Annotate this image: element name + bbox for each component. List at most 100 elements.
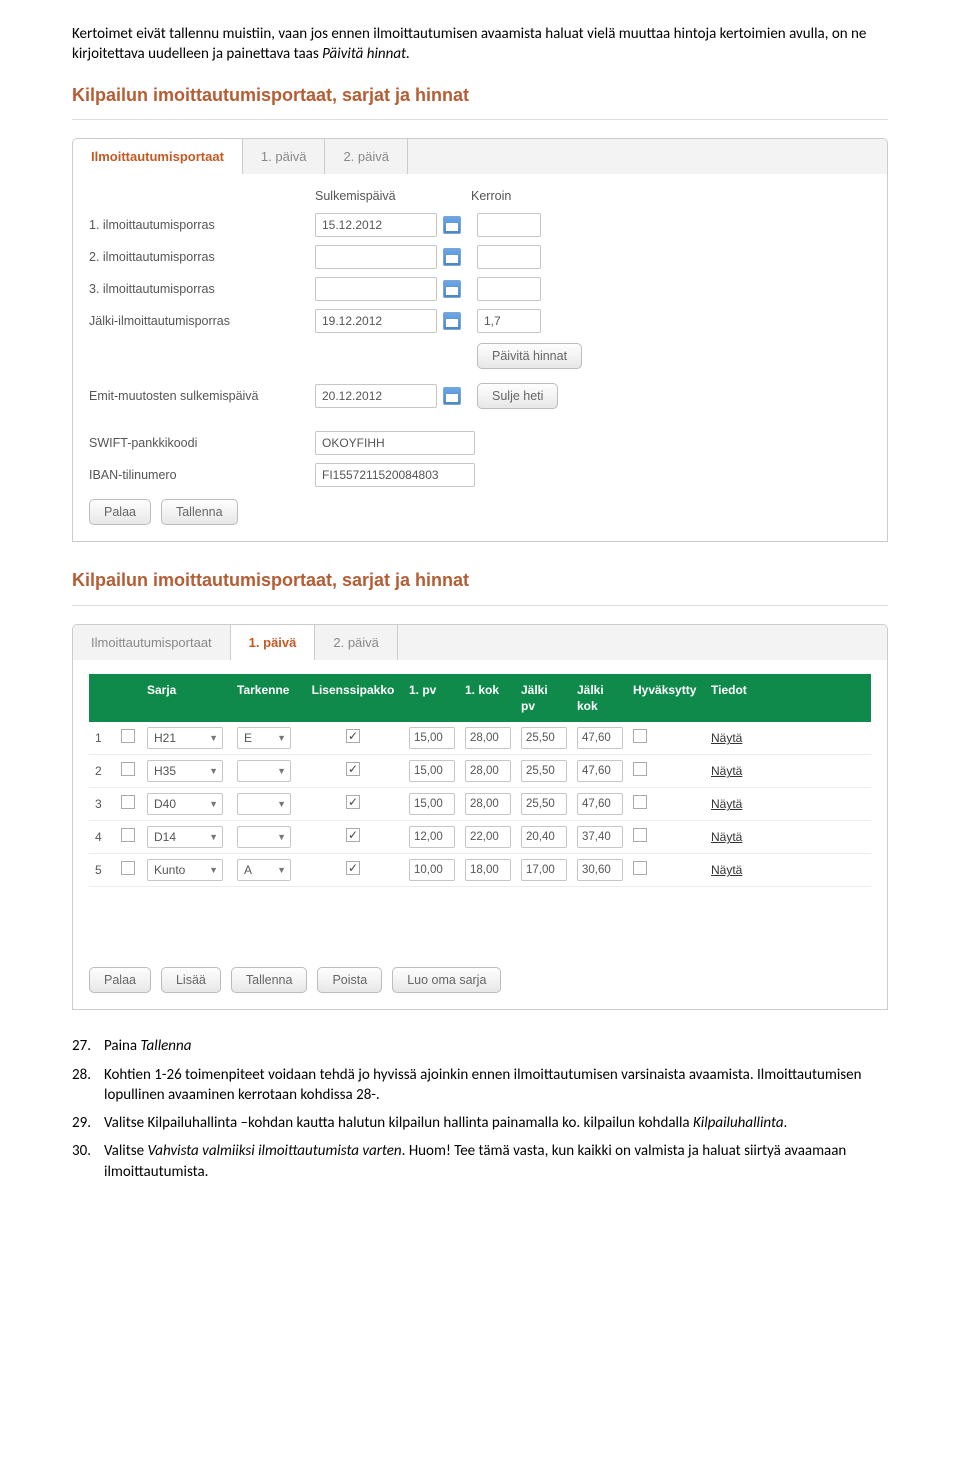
iban-input[interactable]: FI1557211520084803 bbox=[315, 463, 475, 487]
pv1-input[interactable]: 15,00 bbox=[409, 793, 455, 815]
tab-spacer bbox=[408, 139, 887, 175]
sarja-select[interactable]: D40▼ bbox=[147, 793, 223, 815]
jkok-input[interactable]: 47,60 bbox=[577, 793, 623, 815]
kok1-input[interactable]: 28,00 bbox=[465, 760, 511, 782]
row-select-checkbox[interactable] bbox=[121, 828, 135, 842]
tarkenne-select[interactable]: A▼ bbox=[237, 859, 291, 881]
tarkenne-select[interactable]: ▼ bbox=[237, 826, 291, 848]
kok1-input[interactable]: 28,00 bbox=[465, 727, 511, 749]
tab-paiva-2[interactable]: 2. päivä bbox=[325, 139, 408, 175]
calendar-icon[interactable] bbox=[443, 312, 461, 330]
step-28: 28. Kohtien 1-26 toimenpiteet voidaan te… bbox=[72, 1065, 888, 1106]
row-select-checkbox[interactable] bbox=[121, 762, 135, 776]
step-number: 28. bbox=[72, 1065, 104, 1106]
jpv-input[interactable]: 25,50 bbox=[521, 727, 567, 749]
back-button-2[interactable]: Palaa bbox=[89, 967, 151, 993]
pv1-input[interactable]: 15,00 bbox=[409, 727, 455, 749]
porras-1-date[interactable]: 15.12.2012 bbox=[315, 213, 437, 237]
tarkenne-select[interactable]: E▼ bbox=[237, 727, 291, 749]
tab-spacer bbox=[398, 625, 887, 661]
jkok-input[interactable]: 30,60 bbox=[577, 859, 623, 881]
swift-row: SWIFT-pankkikoodi OKOYFIHH bbox=[89, 431, 871, 455]
th-1pv: 1. pv bbox=[403, 674, 459, 722]
delete-button[interactable]: Poista bbox=[317, 967, 382, 993]
porras-3-label: 3. ilmoittautumisporras bbox=[89, 281, 315, 298]
nayta-link[interactable]: Näytä bbox=[711, 764, 742, 778]
add-button[interactable]: Lisää bbox=[161, 967, 221, 993]
tarkenne-select[interactable]: ▼ bbox=[237, 793, 291, 815]
kok1-input[interactable]: 28,00 bbox=[465, 793, 511, 815]
step-number: 29. bbox=[72, 1113, 104, 1133]
tab-paiva-2-b[interactable]: 2. päivä bbox=[315, 625, 398, 661]
nayta-link[interactable]: Näytä bbox=[711, 797, 742, 811]
porras-2-date[interactable] bbox=[315, 245, 437, 269]
step-27-text: Paina bbox=[104, 1037, 141, 1055]
update-prices-button[interactable]: Päivitä hinnat bbox=[477, 343, 582, 369]
back-button[interactable]: Palaa bbox=[89, 499, 151, 525]
porras-4-kerroin[interactable]: 1,7 bbox=[477, 309, 541, 333]
th-jkok: Jälki kok bbox=[571, 674, 627, 722]
nayta-link[interactable]: Näytä bbox=[711, 830, 742, 844]
jkok-input[interactable]: 47,60 bbox=[577, 760, 623, 782]
calendar-icon[interactable] bbox=[443, 280, 461, 298]
hyvaksytty-checkbox[interactable] bbox=[633, 861, 647, 875]
create-own-series-button[interactable]: Luo oma sarja bbox=[392, 967, 501, 993]
pv1-input[interactable]: 12,00 bbox=[409, 826, 455, 848]
porras-1-kerroin[interactable] bbox=[477, 213, 541, 237]
lisenssi-checkbox[interactable] bbox=[346, 828, 360, 842]
swift-label: SWIFT-pankkikoodi bbox=[89, 435, 315, 452]
kok1-input[interactable]: 22,00 bbox=[465, 826, 511, 848]
jpv-input[interactable]: 20,40 bbox=[521, 826, 567, 848]
pv1-input[interactable]: 15,00 bbox=[409, 760, 455, 782]
close-now-button[interactable]: Sulje heti bbox=[477, 383, 558, 409]
tarkenne-select[interactable]: ▼ bbox=[237, 760, 291, 782]
row-index: 4 bbox=[89, 824, 115, 850]
lisenssi-checkbox[interactable] bbox=[346, 729, 360, 743]
tab-ilmoittautumisportaat[interactable]: Ilmoittautumisportaat bbox=[73, 139, 243, 175]
jkok-input[interactable]: 37,40 bbox=[577, 826, 623, 848]
nayta-link[interactable]: Näytä bbox=[711, 863, 742, 877]
step-29-italic: Kilpailuhallinta bbox=[693, 1114, 784, 1132]
hyvaksytty-checkbox[interactable] bbox=[633, 729, 647, 743]
save-button[interactable]: Tallenna bbox=[161, 499, 238, 525]
lisenssi-checkbox[interactable] bbox=[346, 861, 360, 875]
emit-row: Emit-muutosten sulkemispäivä 20.12.2012 … bbox=[89, 383, 871, 409]
jpv-input[interactable]: 17,00 bbox=[521, 859, 567, 881]
lisenssi-checkbox[interactable] bbox=[346, 795, 360, 809]
save-button-2[interactable]: Tallenna bbox=[231, 967, 308, 993]
calendar-icon[interactable] bbox=[443, 248, 461, 266]
tab-ilmoittautumisportaat-2[interactable]: Ilmoittautumisportaat bbox=[73, 625, 231, 661]
porras-2-kerroin[interactable] bbox=[477, 245, 541, 269]
calendar-icon[interactable] bbox=[443, 216, 461, 234]
sarja-select[interactable]: Kunto▼ bbox=[147, 859, 223, 881]
hyvaksytty-checkbox[interactable] bbox=[633, 795, 647, 809]
th-hyv: Hyväksytty bbox=[627, 674, 705, 722]
row-select-checkbox[interactable] bbox=[121, 861, 135, 875]
tab-paiva-1[interactable]: 1. päivä bbox=[243, 139, 326, 175]
pv1-input[interactable]: 10,00 bbox=[409, 859, 455, 881]
porras-3-date[interactable] bbox=[315, 277, 437, 301]
sarja-select[interactable]: H21▼ bbox=[147, 727, 223, 749]
porras-4-date[interactable]: 19.12.2012 bbox=[315, 309, 437, 333]
hyvaksytty-checkbox[interactable] bbox=[633, 762, 647, 776]
sarja-select[interactable]: H35▼ bbox=[147, 760, 223, 782]
hyvaksytty-checkbox[interactable] bbox=[633, 828, 647, 842]
swift-input[interactable]: OKOYFIHH bbox=[315, 431, 475, 455]
calendar-icon[interactable] bbox=[443, 387, 461, 405]
chevron-down-icon: ▼ bbox=[209, 798, 218, 810]
jpv-input[interactable]: 25,50 bbox=[521, 793, 567, 815]
row-select-checkbox[interactable] bbox=[121, 729, 135, 743]
porras-row-3: 3. ilmoittautumisporras bbox=[89, 277, 871, 301]
row-select-checkbox[interactable] bbox=[121, 795, 135, 809]
tab-paiva-1-b[interactable]: 1. päivä bbox=[231, 625, 316, 661]
porras-3-kerroin[interactable] bbox=[477, 277, 541, 301]
jpv-input[interactable]: 25,50 bbox=[521, 760, 567, 782]
emit-date[interactable]: 20.12.2012 bbox=[315, 384, 437, 408]
nayta-link[interactable]: Näytä bbox=[711, 731, 742, 745]
sarja-select[interactable]: D14▼ bbox=[147, 826, 223, 848]
lisenssi-checkbox[interactable] bbox=[346, 762, 360, 776]
jkok-input[interactable]: 47,60 bbox=[577, 727, 623, 749]
kok1-input[interactable]: 18,00 bbox=[465, 859, 511, 881]
screenshot-1: Kilpailun imoittautumisportaat, sarjat j… bbox=[72, 83, 888, 543]
chevron-down-icon: ▼ bbox=[277, 864, 286, 876]
